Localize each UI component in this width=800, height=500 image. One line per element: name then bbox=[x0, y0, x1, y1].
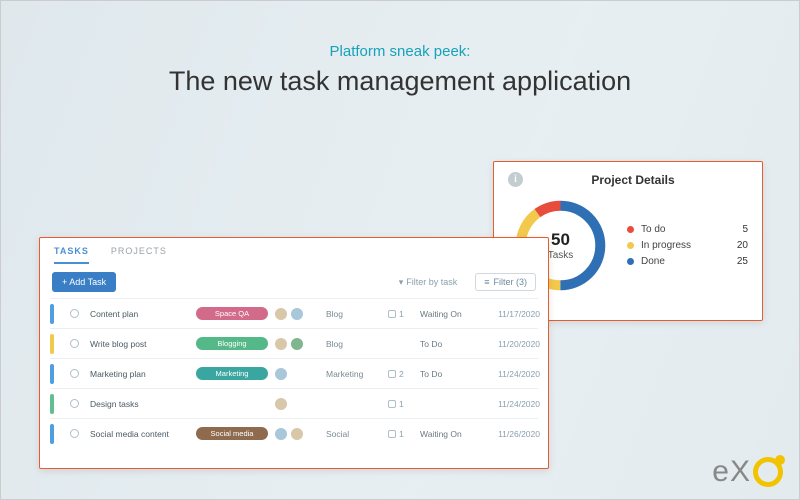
add-task-button[interactable]: + Add Task bbox=[52, 272, 116, 292]
task-row[interactable]: Marketing plan Marketing Marketing 2 To … bbox=[50, 358, 538, 388]
task-name: Content plan bbox=[90, 309, 190, 319]
task-date: 11/20/2020 bbox=[490, 339, 540, 349]
task-date: 11/24/2020 bbox=[490, 399, 540, 409]
legend-name: Done bbox=[641, 256, 719, 267]
assignees[interactable] bbox=[274, 427, 320, 441]
task-status: To Do bbox=[420, 369, 484, 379]
assignees[interactable] bbox=[274, 367, 320, 381]
donut-legend: To do 5 In progress 20 Done 25 bbox=[627, 219, 748, 272]
filter-button[interactable]: ≡ Filter (3) bbox=[475, 273, 536, 291]
task-tag[interactable]: Social media bbox=[196, 427, 268, 440]
legend-value: 5 bbox=[726, 224, 748, 235]
task-date: 11/17/2020 bbox=[490, 309, 540, 319]
priority-bar-icon bbox=[50, 394, 54, 414]
tasks-window: TASKS PROJECTS + Add Task ▾ Filter by ta… bbox=[39, 237, 549, 469]
hero-kicker: Platform sneak peek: bbox=[1, 43, 799, 60]
filter-by-task-link[interactable]: ▾ Filter by task bbox=[399, 277, 458, 288]
comment-count[interactable]: 1 bbox=[388, 309, 414, 319]
comment-count[interactable]: 1 bbox=[388, 399, 414, 409]
legend-name: To do bbox=[641, 224, 719, 235]
comment-count[interactable]: 1 bbox=[388, 429, 414, 439]
info-icon[interactable]: i bbox=[508, 172, 523, 187]
donut-total-label: Tasks bbox=[548, 250, 574, 261]
task-row[interactable]: Social media content Social media Social… bbox=[50, 418, 538, 448]
priority-bar-icon bbox=[50, 364, 54, 384]
filter-by-task-label: Filter by task bbox=[406, 277, 457, 287]
task-status: Waiting On bbox=[420, 429, 484, 439]
task-category: Blog bbox=[326, 339, 382, 349]
comment-icon bbox=[388, 310, 396, 318]
complete-radio[interactable] bbox=[70, 369, 79, 378]
task-row[interactable]: Content plan Space QA Blog 1 Waiting On … bbox=[50, 298, 538, 328]
task-tag[interactable]: Blogging bbox=[196, 337, 268, 350]
hero-title: The new task management application bbox=[1, 66, 799, 97]
comment-icon bbox=[388, 370, 396, 378]
comment-count[interactable]: 2 bbox=[388, 369, 414, 379]
tab-tasks[interactable]: TASKS bbox=[54, 246, 89, 264]
legend-item-done: Done 25 bbox=[627, 256, 748, 267]
comment-icon bbox=[388, 430, 396, 438]
logo-o-icon bbox=[753, 457, 783, 487]
task-category: Blog bbox=[326, 309, 382, 319]
task-tag[interactable]: Space QA bbox=[196, 307, 268, 320]
task-row[interactable]: Write blog post Blogging Blog To Do 11/2… bbox=[50, 328, 538, 358]
task-category: Social bbox=[326, 429, 382, 439]
task-tag[interactable]: Marketing bbox=[196, 367, 268, 380]
priority-bar-icon bbox=[50, 424, 54, 444]
filter-icon: ≡ bbox=[484, 277, 489, 287]
legend-item-todo: To do 5 bbox=[627, 224, 748, 235]
assignees[interactable] bbox=[274, 397, 320, 411]
complete-radio[interactable] bbox=[70, 309, 79, 318]
legend-dot-icon bbox=[627, 258, 634, 265]
legend-value: 20 bbox=[726, 240, 748, 251]
task-date: 11/24/2020 bbox=[490, 369, 540, 379]
comment-icon bbox=[388, 400, 396, 408]
filter-count-label: Filter (3) bbox=[494, 277, 528, 287]
legend-name: In progress bbox=[641, 240, 719, 251]
task-name: Write blog post bbox=[90, 339, 190, 349]
legend-dot-icon bbox=[627, 226, 634, 233]
task-name: Marketing plan bbox=[90, 369, 190, 379]
task-name: Design tasks bbox=[90, 399, 190, 409]
priority-bar-icon bbox=[50, 334, 54, 354]
assignees[interactable] bbox=[274, 307, 320, 321]
legend-value: 25 bbox=[726, 256, 748, 267]
complete-radio[interactable] bbox=[70, 399, 79, 408]
tab-projects[interactable]: PROJECTS bbox=[111, 246, 167, 264]
complete-radio[interactable] bbox=[70, 429, 79, 438]
legend-dot-icon bbox=[627, 242, 634, 249]
task-status: Waiting On bbox=[420, 309, 484, 319]
task-row[interactable]: Design tasks 1 11/24/2020 bbox=[50, 388, 538, 418]
donut-total-value: 50 bbox=[551, 230, 570, 250]
exo-logo: eX bbox=[712, 455, 783, 489]
assignees[interactable] bbox=[274, 337, 320, 351]
task-name: Social media content bbox=[90, 429, 190, 439]
project-details-title: Project Details bbox=[533, 173, 733, 187]
task-list: Content plan Space QA Blog 1 Waiting On … bbox=[40, 298, 548, 448]
task-date: 11/26/2020 bbox=[490, 429, 540, 439]
priority-bar-icon bbox=[50, 304, 54, 324]
task-status: To Do bbox=[420, 339, 484, 349]
funnel-icon: ▾ bbox=[399, 277, 404, 288]
complete-radio[interactable] bbox=[70, 339, 79, 348]
legend-item-inprogress: In progress 20 bbox=[627, 240, 748, 251]
task-category: Marketing bbox=[326, 369, 382, 379]
